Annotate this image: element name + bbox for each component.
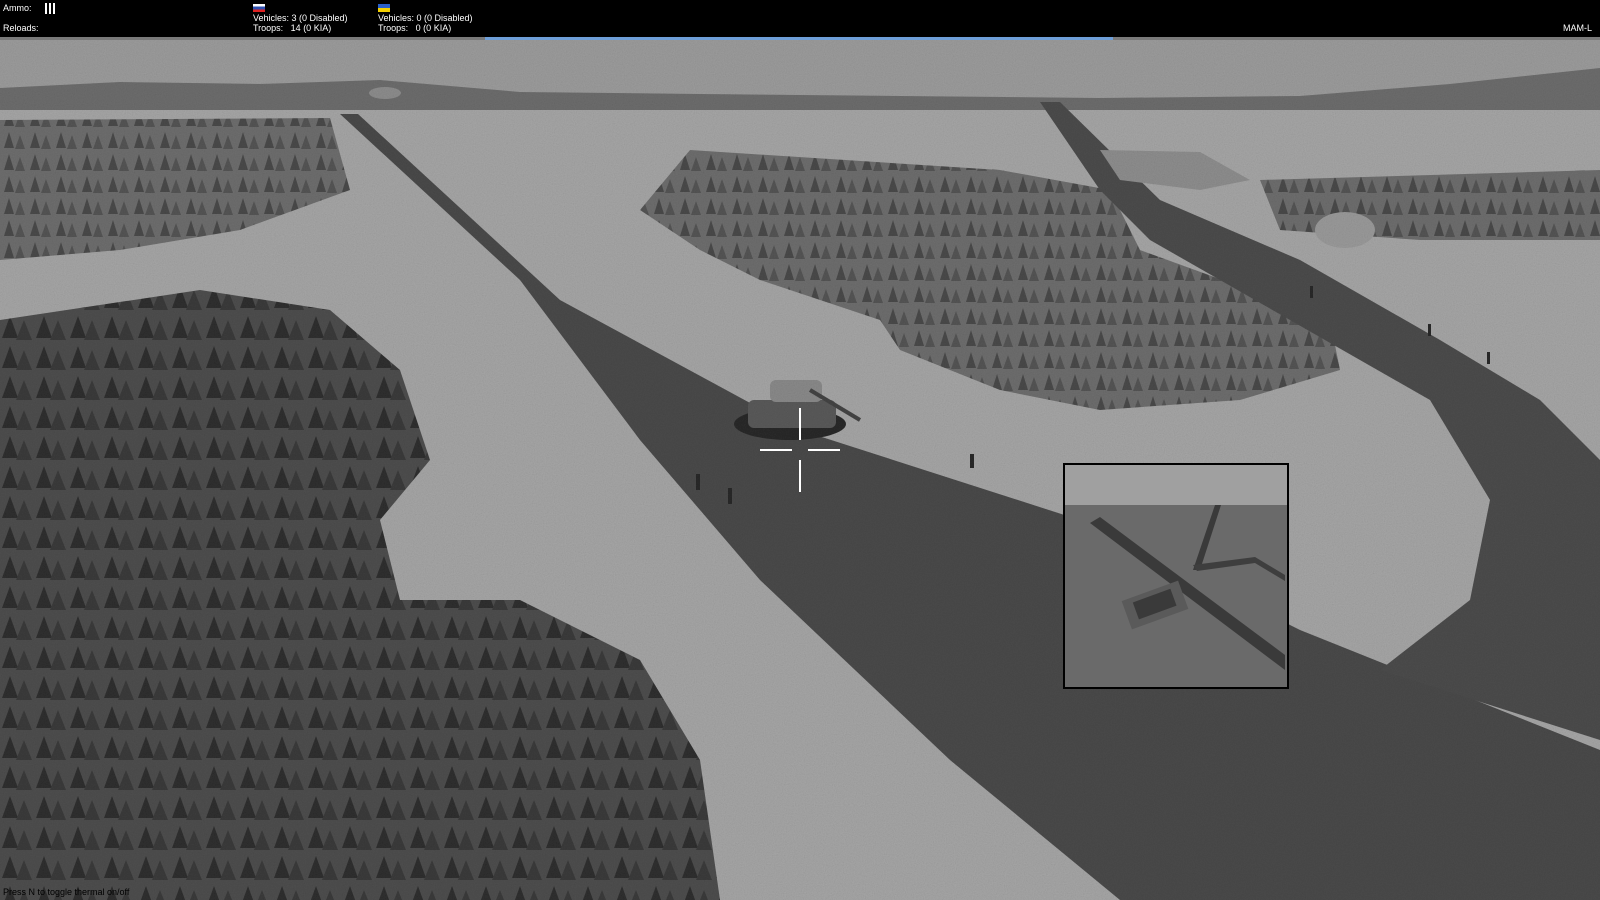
crosshair-reticle-icon [760, 408, 840, 492]
crosshair-top-tick [799, 408, 801, 440]
ammo-pip [53, 3, 55, 14]
ammo-pips [45, 3, 57, 16]
ukraine-troops: Troops: 0 (0 KIA) [378, 23, 452, 33]
hud-divider-highlight [485, 37, 1113, 40]
crosshair-left-tick [760, 449, 792, 451]
ammo-label: Ammo: [3, 3, 32, 13]
russia-vehicles: Vehicles: 3 (0 Disabled) [253, 13, 348, 23]
ammo-pip [45, 3, 47, 14]
russia-troops: Troops: 14 (0 KIA) [253, 23, 332, 33]
russia-flag-icon [253, 4, 265, 12]
hud-bar: Ammo: Reloads: Vehicles: 3 (0 Disabled) … [0, 0, 1600, 37]
ukraine-flag-icon [378, 4, 390, 12]
crosshair-right-tick [808, 449, 840, 451]
status-hint: Press N to toggle thermal on/off [3, 887, 130, 897]
weapon-name: MAM-L [1563, 23, 1592, 33]
reloads-label: Reloads: [3, 23, 39, 33]
ammo-pip [49, 3, 51, 14]
crosshair-bottom-tick [799, 460, 801, 492]
ukraine-vehicles: Vehicles: 0 (0 Disabled) [378, 13, 473, 23]
minimap-terrain [1065, 465, 1287, 687]
minimap-view [1063, 463, 1289, 689]
